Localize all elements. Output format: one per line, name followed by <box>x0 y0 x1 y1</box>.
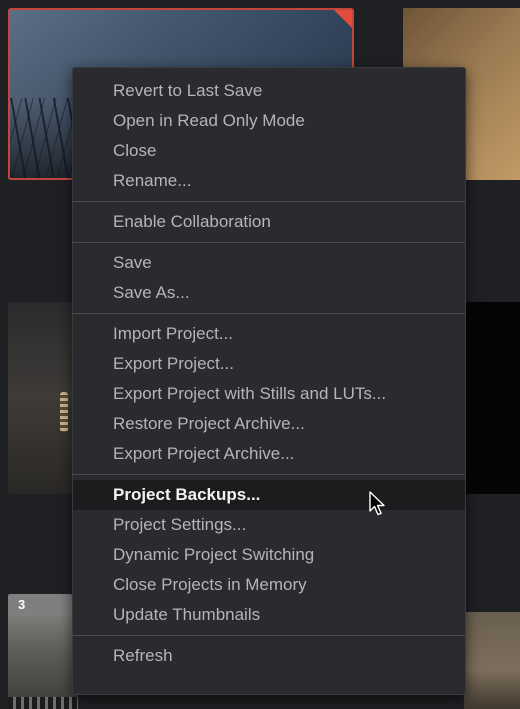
menu-item-export-project-with-stills-and-luts[interactable]: Export Project with Stills and LUTs... <box>73 379 465 409</box>
menu-item-rename[interactable]: Rename... <box>73 166 465 196</box>
menu-item-import-project[interactable]: Import Project... <box>73 319 465 349</box>
menu-separator <box>73 313 465 314</box>
menu-item-export-project[interactable]: Export Project... <box>73 349 465 379</box>
thumbnail-image <box>60 392 68 432</box>
project-thumbnail[interactable] <box>464 612 520 709</box>
menu-separator <box>73 474 465 475</box>
selected-corner-marker <box>334 10 352 28</box>
menu-item-project-settings[interactable]: Project Settings... <box>73 510 465 540</box>
menu-item-update-thumbnails[interactable]: Update Thumbnails <box>73 600 465 630</box>
project-context-menu: Revert to Last Save Open in Read Only Mod… <box>72 67 466 695</box>
menu-separator <box>73 635 465 636</box>
menu-item-project-backups[interactable]: Project Backups... <box>73 480 465 510</box>
menu-item-save[interactable]: Save <box>73 248 465 278</box>
menu-separator <box>73 242 465 243</box>
menu-separator <box>73 201 465 202</box>
thumbnail-image <box>8 697 78 709</box>
menu-item-close[interactable]: Close <box>73 136 465 166</box>
menu-item-restore-project-archive[interactable]: Restore Project Archive... <box>73 409 465 439</box>
menu-item-revert-to-last-save[interactable]: Revert to Last Save <box>73 76 465 106</box>
project-thumbnail[interactable] <box>8 612 78 709</box>
thumbnail-count-badge: 3 <box>8 594 72 616</box>
menu-item-export-project-archive[interactable]: Export Project Archive... <box>73 439 465 469</box>
menu-item-refresh[interactable]: Refresh <box>73 641 465 671</box>
menu-item-open-in-read-only-mode[interactable]: Open in Read Only Mode <box>73 106 465 136</box>
arrow-cursor-icon <box>369 491 385 516</box>
menu-item-save-as[interactable]: Save As... <box>73 278 465 308</box>
menu-item-enable-collaboration[interactable]: Enable Collaboration <box>73 207 465 237</box>
project-thumbnail[interactable] <box>464 302 520 494</box>
menu-item-close-projects-in-memory[interactable]: Close Projects in Memory <box>73 570 465 600</box>
menu-item-dynamic-project-switching[interactable]: Dynamic Project Switching <box>73 540 465 570</box>
